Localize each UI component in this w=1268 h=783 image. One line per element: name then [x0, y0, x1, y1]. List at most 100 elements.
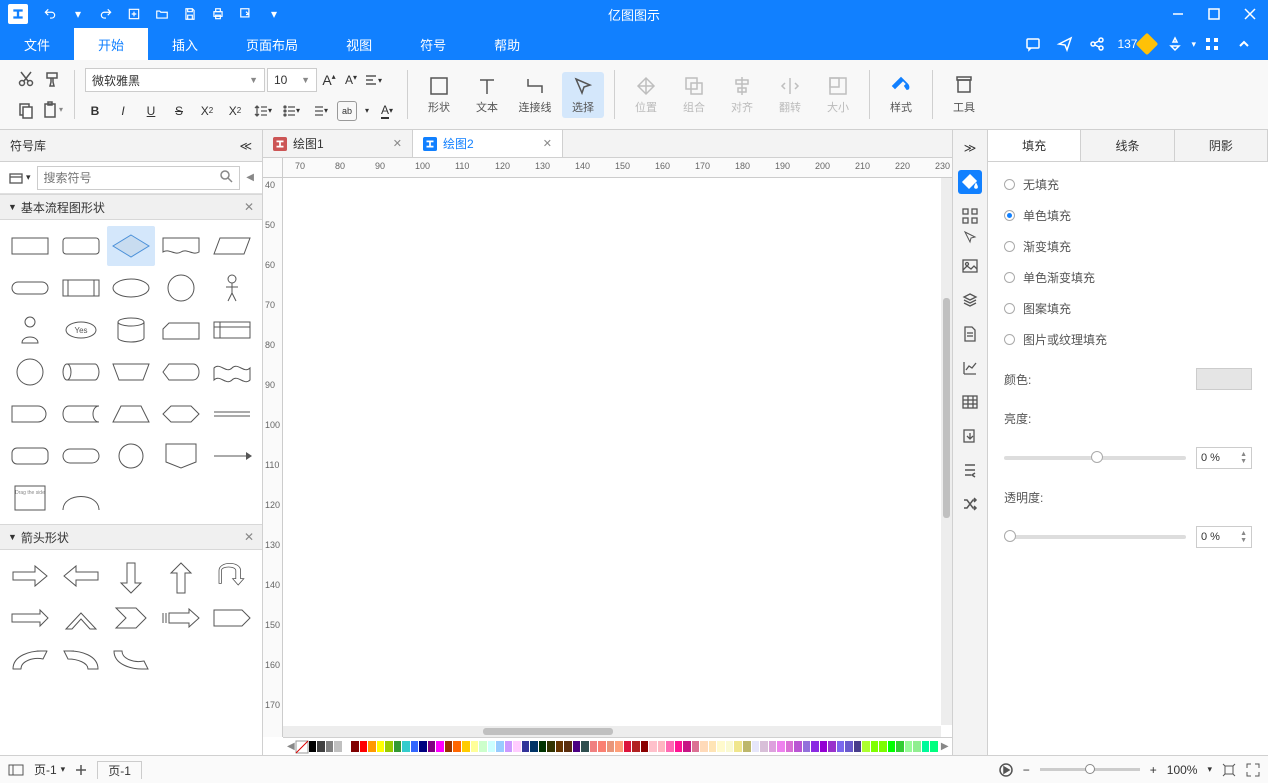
style-tool[interactable]: 样式: [880, 72, 922, 118]
cut-button[interactable]: [14, 67, 38, 91]
category-arrows[interactable]: ▼箭头形状✕: [0, 524, 262, 550]
export-button[interactable]: [232, 0, 260, 28]
color-swatch[interactable]: [343, 741, 351, 752]
new-button[interactable]: [120, 0, 148, 28]
rt-fill-icon[interactable]: [958, 170, 982, 194]
shape-curve[interactable]: [56, 478, 104, 518]
redo-button[interactable]: [92, 0, 120, 28]
color-swatch[interactable]: [556, 741, 564, 752]
share-icon[interactable]: [1081, 36, 1113, 52]
font-size-combo[interactable]: 10▼: [267, 68, 317, 92]
color-swatch[interactable]: [786, 741, 794, 752]
color-swatch[interactable]: [564, 741, 572, 752]
color-swatch[interactable]: [734, 741, 742, 752]
arrow-left[interactable]: [56, 556, 104, 596]
shape-tape[interactable]: [208, 352, 256, 392]
color-swatch[interactable]: [360, 741, 368, 752]
menu-start[interactable]: 开始: [74, 28, 148, 60]
rt-export-icon[interactable]: [958, 424, 982, 448]
rt-table-icon[interactable]: [958, 390, 982, 414]
color-swatch[interactable]: [317, 741, 325, 752]
shape-double-line[interactable]: [208, 394, 256, 434]
undo-more[interactable]: ▾: [64, 0, 92, 28]
arrow-wide[interactable]: [6, 598, 54, 638]
shape-tool[interactable]: 形状: [418, 72, 460, 118]
color-swatch[interactable]: [862, 741, 870, 752]
rt-layers-icon[interactable]: [958, 288, 982, 312]
search-icon[interactable]: [219, 169, 233, 186]
color-swatch[interactable]: [913, 741, 921, 752]
color-swatch[interactable]: [377, 741, 385, 752]
fill-mono-gradient[interactable]: 单色渐变填充: [1004, 269, 1252, 286]
shape-yes[interactable]: Yes: [56, 310, 104, 350]
shape-predefined[interactable]: [56, 268, 104, 308]
zoom-in[interactable]: +: [1150, 763, 1157, 777]
menu-file[interactable]: 文件: [0, 28, 74, 60]
shape-arrow-line[interactable]: [208, 436, 256, 476]
shape-rounded-rect2[interactable]: [6, 436, 54, 476]
shape-internal-storage[interactable]: [208, 310, 256, 350]
transparency-slider[interactable]: [1004, 535, 1186, 539]
palette-next[interactable]: ▶: [941, 741, 949, 752]
color-swatch[interactable]: [505, 741, 513, 752]
add-page[interactable]: [75, 764, 87, 776]
shape-database[interactable]: [107, 310, 155, 350]
color-swatch[interactable]: [522, 741, 530, 752]
print-button[interactable]: [204, 0, 232, 28]
color-swatch[interactable]: [479, 741, 487, 752]
arrow-up[interactable]: [157, 556, 205, 596]
zoom-out[interactable]: −: [1023, 763, 1030, 777]
color-swatch[interactable]: [598, 741, 606, 752]
format-painter[interactable]: [40, 67, 64, 91]
color-swatch[interactable]: [777, 741, 785, 752]
color-swatch[interactable]: [896, 741, 904, 752]
color-picker[interactable]: [1196, 368, 1252, 390]
color-swatch[interactable]: [692, 741, 700, 752]
color-swatch[interactable]: [922, 741, 930, 752]
shape-offpage[interactable]: [157, 436, 205, 476]
tab-fill[interactable]: 填充: [988, 130, 1081, 161]
color-swatch[interactable]: [845, 741, 853, 752]
arrow-pentagon[interactable]: [208, 598, 256, 638]
menu-symbol[interactable]: 符号: [396, 28, 470, 60]
underline-button[interactable]: U: [141, 101, 161, 121]
page-tab[interactable]: 页-1: [97, 761, 142, 779]
color-swatch[interactable]: [573, 741, 581, 752]
shape-card[interactable]: [157, 310, 205, 350]
rt-grid-icon[interactable]: [958, 204, 982, 228]
color-swatch[interactable]: [326, 741, 334, 752]
category-basic-flowchart[interactable]: ▼基本流程图形状✕: [0, 194, 262, 220]
brightness-slider[interactable]: [1004, 456, 1186, 460]
color-swatch[interactable]: [453, 741, 461, 752]
shape-connector[interactable]: [6, 352, 54, 392]
color-swatch[interactable]: [581, 741, 589, 752]
send-icon[interactable]: [1049, 36, 1081, 52]
arrow-u[interactable]: [208, 556, 256, 596]
color-swatch[interactable]: [743, 741, 751, 752]
undo-button[interactable]: [36, 0, 64, 28]
connector-tool[interactable]: 连接线: [514, 72, 556, 118]
color-swatch[interactable]: [590, 741, 598, 752]
shape-data[interactable]: [208, 226, 256, 266]
open-button[interactable]: [148, 0, 176, 28]
menu-view[interactable]: 视图: [322, 28, 396, 60]
rt-page-icon[interactable]: [958, 322, 982, 346]
color-swatch[interactable]: [334, 741, 342, 752]
save-button[interactable]: [176, 0, 204, 28]
shape-terminator[interactable]: [6, 268, 54, 308]
panel-toggle[interactable]: [8, 764, 24, 776]
color-swatch[interactable]: [854, 741, 862, 752]
arrow-swoosh2[interactable]: [56, 640, 104, 680]
maximize-button[interactable]: [1196, 0, 1232, 28]
color-swatch[interactable]: [368, 741, 376, 752]
arrow-chevron-up[interactable]: [56, 598, 104, 638]
color-swatch[interactable]: [879, 741, 887, 752]
color-swatch[interactable]: [513, 741, 521, 752]
color-swatch[interactable]: [539, 741, 547, 752]
feedback-icon[interactable]: [1017, 36, 1049, 52]
color-swatch[interactable]: [445, 741, 453, 752]
color-swatch[interactable]: [471, 741, 479, 752]
arrow-swoosh3[interactable]: [107, 640, 155, 680]
menu-layout[interactable]: 页面布局: [222, 28, 322, 60]
bullets[interactable]: ▾: [281, 101, 301, 121]
